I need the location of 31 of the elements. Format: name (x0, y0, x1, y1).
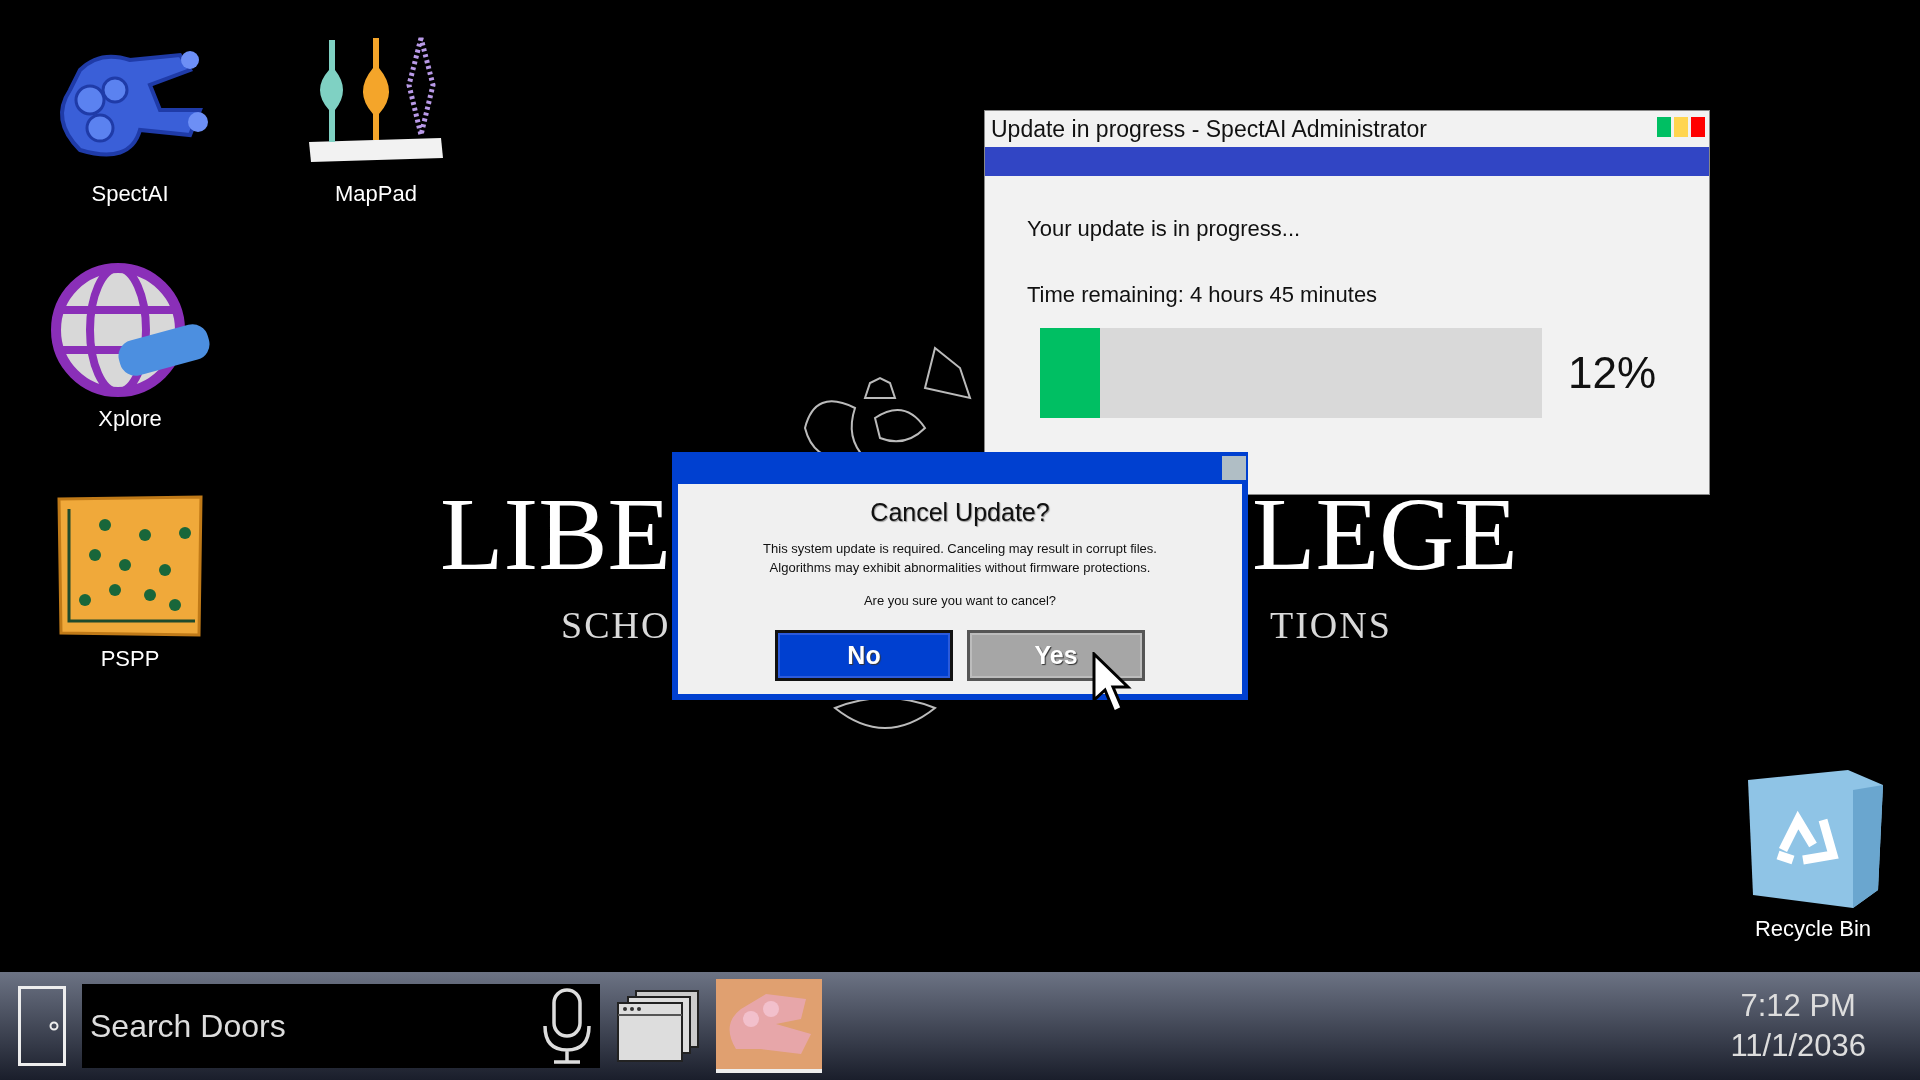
dialog-message: This system update is required. Canceling may result in corrupt files. (763, 541, 1157, 556)
time-remaining: Time remaining: 4 hours 45 minutes (1027, 282, 1379, 308)
dot-board-icon (55, 495, 205, 640)
window-title: Update in progress - SpectAI Administrator (991, 115, 1427, 143)
search-input[interactable]: Search Doors (88, 1006, 452, 1046)
clock-time: 7:12 PM (1740, 987, 1856, 1025)
progress-percent: 12% (1568, 348, 1657, 398)
no-button[interactable]: No (775, 630, 953, 681)
wallpaper-text: LEGE (1252, 482, 1518, 586)
maximize-icon[interactable] (1674, 117, 1688, 137)
desktop-icon-label[interactable]: Recycle Bin (1754, 916, 1872, 942)
minimize-icon[interactable] (1657, 117, 1671, 137)
desktop-icon-label[interactable]: PSPP (100, 646, 160, 672)
wallpaper-text: SCHO (561, 606, 671, 644)
dialog-title: Cancel Update? (870, 498, 1050, 527)
dialog-message: Algorithms may exhibit abnormalities without firmware protections. (769, 560, 1151, 575)
taskbar-app-icon[interactable] (716, 979, 822, 1073)
desktop-icon-label[interactable]: Xplore (98, 406, 162, 432)
door-icon[interactable] (18, 986, 66, 1066)
clock-date: 11/1/2036 (1730, 1027, 1866, 1065)
dialog-question: Are you sure you want to cancel? (863, 593, 1057, 608)
windows-stack-icon[interactable] (616, 989, 700, 1063)
status-message: Your update is in progress... (1027, 216, 1302, 242)
desktop-icon-label[interactable]: SpectAI (91, 181, 169, 207)
desktop-icon-label[interactable]: MapPad (335, 181, 417, 207)
search-field[interactable]: Search Doors (82, 984, 600, 1068)
wallpaper-text: TIONS (1270, 606, 1392, 644)
close-button[interactable] (1222, 456, 1246, 480)
microphone-icon[interactable] (542, 988, 592, 1064)
wallpaper-text: LIBE (440, 482, 672, 586)
close-icon[interactable] (1691, 117, 1705, 137)
